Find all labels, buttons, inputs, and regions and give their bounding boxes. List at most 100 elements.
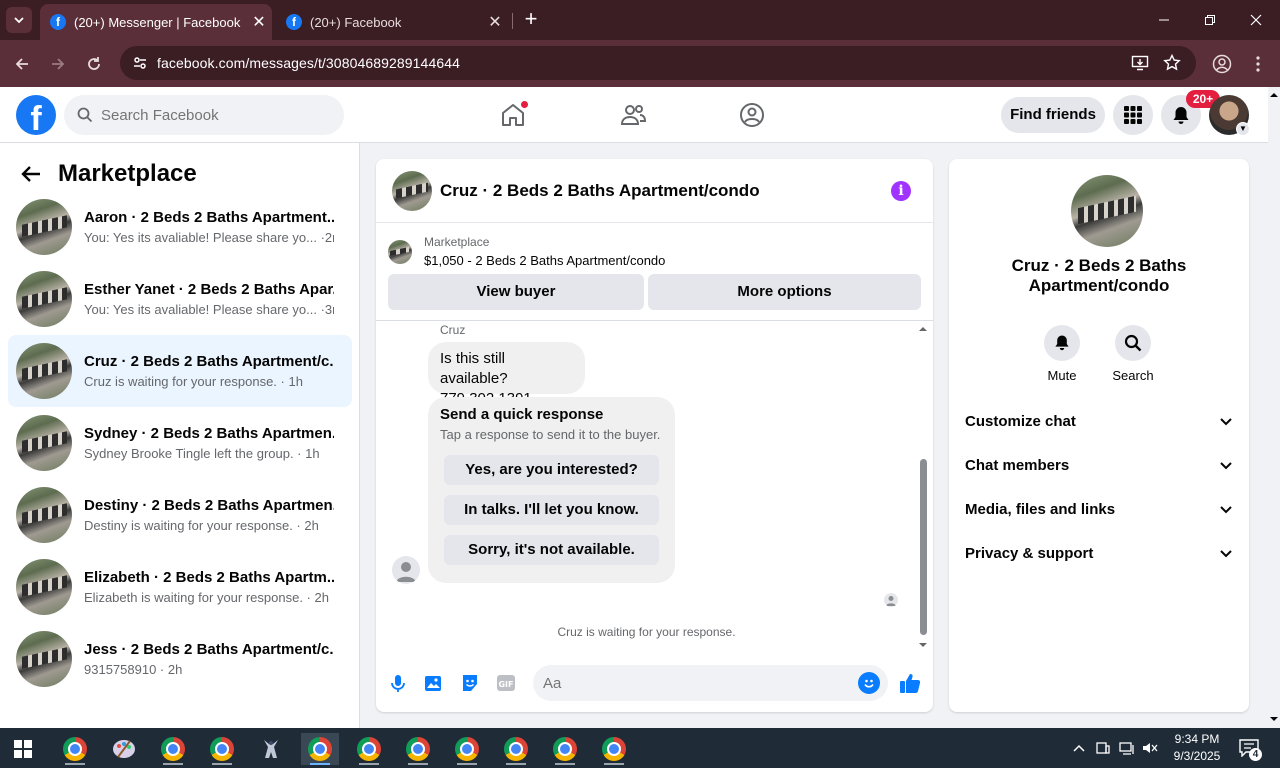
search-input[interactable]	[101, 106, 321, 124]
arrow-left-icon	[15, 58, 28, 70]
message-input[interactable]	[543, 674, 843, 692]
back-button[interactable]	[10, 52, 34, 76]
conversation-item[interactable]: Sydney · 2 Beds 2 Baths Apartmen... Sydne…	[8, 407, 352, 479]
conversation-item[interactable]: Aaron · 2 Beds 2 Baths Apartment... You: …	[8, 191, 352, 263]
marketplace-listing[interactable]: Marketplace $1,050 - 2 Beds 2 Baths Apar…	[388, 235, 665, 268]
scrollbar-thumb[interactable]	[920, 459, 927, 635]
taskbar-chrome-profile[interactable]	[350, 733, 388, 765]
voice-clip-button[interactable]	[386, 671, 410, 695]
sticker-button[interactable]	[458, 671, 482, 695]
tab-search-button[interactable]	[6, 7, 32, 33]
close-tab-icon[interactable]: ✕	[482, 12, 508, 32]
taskbar-chrome-profile[interactable]	[595, 733, 633, 765]
privacy-support-section[interactable]: Privacy & support	[965, 535, 1233, 571]
emoji-icon	[864, 679, 874, 688]
site-settings-icon[interactable]	[132, 55, 148, 71]
tray-volume-icon[interactable]	[1142, 740, 1158, 756]
tray-device-icon[interactable]	[1095, 740, 1111, 756]
listing-thumbnail	[16, 199, 72, 255]
attach-photo-button[interactable]	[422, 671, 446, 695]
taskbar-chrome-profile[interactable]	[497, 733, 535, 765]
section-label: Privacy & support	[965, 544, 1094, 562]
chrome-icon	[504, 737, 528, 761]
conversation-item[interactable]: Elizabeth · 2 Beds 2 Baths Apartm... Eliz…	[8, 551, 352, 623]
facebook-search[interactable]	[64, 95, 344, 135]
conversation-name: Elizabeth · 2 Beds 2 Baths Apartm...	[84, 569, 334, 586]
taskbar-chrome-app[interactable]	[56, 733, 94, 765]
search-icon	[1124, 334, 1142, 352]
tray-network-icon[interactable]	[1119, 740, 1135, 756]
like-button[interactable]	[898, 671, 922, 695]
chat-panel: Cruz · 2 Beds 2 Baths Apartment/condo i …	[376, 159, 933, 712]
media-files-section[interactable]: Media, files and links	[965, 491, 1233, 527]
chrome-icon	[357, 737, 381, 761]
details-title: Cruz · 2 Beds 2 Baths Apartment/condo	[1011, 256, 1187, 295]
quick-response-button[interactable]: Sorry, it's not available.	[444, 535, 659, 565]
friends-nav-button[interactable]	[617, 99, 649, 131]
minimize-button[interactable]	[1141, 6, 1187, 34]
taskbar-chrome-profile[interactable]	[203, 733, 241, 765]
chevron-down-icon	[1220, 506, 1232, 514]
sticker-icon	[463, 675, 477, 691]
app-character-icon	[264, 740, 278, 758]
view-buyer-button[interactable]: View buyer	[388, 274, 644, 310]
info-icon[interactable]: i	[891, 181, 911, 201]
new-tab-button[interactable]: +	[520, 8, 542, 32]
address-bar[interactable]: facebook.com/messages/t/3080468928914464…	[120, 46, 1196, 80]
more-options-button[interactable]: More options	[648, 274, 921, 310]
customize-chat-section[interactable]: Customize chat	[965, 403, 1233, 439]
emoji-button[interactable]	[858, 672, 880, 694]
chrome-icon	[406, 737, 430, 761]
chat-avatar[interactable]	[392, 170, 432, 211]
page-scrollbar[interactable]	[1268, 87, 1280, 728]
chrome-icon	[63, 737, 87, 761]
conversation-item[interactable]: Jess · 2 Beds 2 Baths Apartment/c... 9315…	[8, 623, 352, 695]
taskbar-chrome-active[interactable]	[301, 733, 339, 765]
conversation-item[interactable]: Destiny · 2 Beds 2 Baths Apartmen... Dest…	[8, 479, 352, 551]
forward-button[interactable]	[46, 52, 70, 76]
taskbar-app[interactable]	[252, 733, 290, 765]
arrow-right-icon	[52, 58, 65, 70]
account-chevron-icon[interactable]: ▼	[1236, 122, 1250, 136]
close-tab-icon[interactable]: ✕	[246, 12, 272, 32]
restore-button[interactable]	[1187, 6, 1233, 34]
windows-start-icon[interactable]	[14, 740, 32, 758]
taskbar-chrome-profile[interactable]	[448, 733, 486, 765]
find-friends-button[interactable]: Find friends	[1001, 97, 1105, 133]
conversation-item-selected[interactable]: Cruz · 2 Beds 2 Baths Apartment/c... Cruz…	[8, 335, 352, 407]
install-app-icon[interactable]	[1131, 54, 1149, 72]
message-input-wrapper[interactable]	[533, 665, 888, 701]
profile-button[interactable]	[1210, 52, 1234, 76]
url-text[interactable]: facebook.com/messages/t/3080468928914464…	[157, 55, 460, 71]
taskbar-chrome-profile[interactable]	[154, 733, 192, 765]
groups-nav-button[interactable]	[736, 99, 768, 131]
quick-response-button[interactable]: In talks. I'll let you know.	[444, 495, 659, 525]
message-bubble[interactable]: Is this still available? 779 302 1391	[428, 342, 585, 407]
reload-button[interactable]	[82, 52, 106, 76]
conversation-item[interactable]: Esther Yanet · 2 Beds 2 Baths Apar... You…	[8, 263, 352, 335]
taskbar-chrome-profile[interactable]	[399, 733, 437, 765]
tab-facebook[interactable]: f (20+) Facebook ✕	[276, 4, 508, 40]
facebook-logo-icon[interactable]: f	[16, 95, 56, 135]
menu-button[interactable]	[1113, 95, 1153, 135]
quick-response-button[interactable]: Yes, are you interested?	[444, 455, 659, 485]
taskbar-clock[interactable]: 9:34 PM 9/3/2025	[1168, 731, 1226, 765]
sender-avatar	[392, 556, 420, 584]
tray-overflow-icon[interactable]	[1071, 740, 1087, 756]
conversation-preview: You: Yes its avaliable! Please share yo.…	[84, 302, 334, 317]
gif-button[interactable]: GIF	[494, 671, 518, 695]
scroll-arrows-icon	[1270, 93, 1278, 721]
taskbar-paint-app[interactable]	[105, 733, 143, 765]
mute-action[interactable]: Mute	[1032, 325, 1092, 383]
chat-members-section[interactable]: Chat members	[965, 447, 1233, 483]
back-arrow-icon[interactable]	[20, 163, 42, 185]
bookmark-star-icon[interactable]	[1163, 54, 1181, 72]
taskbar-chrome-profile[interactable]	[546, 733, 584, 765]
close-window-button[interactable]	[1233, 6, 1279, 34]
more-vertical-icon	[1256, 56, 1260, 72]
search-chat-action[interactable]: Search	[1103, 325, 1163, 383]
browser-menu-button[interactable]	[1246, 52, 1270, 76]
chat-details-panel: Cruz · 2 Beds 2 Baths Apartment/condo Mu…	[949, 159, 1249, 712]
chat-title[interactable]: Cruz · 2 Beds 2 Baths Apartment/condo	[440, 181, 760, 201]
tab-messenger[interactable]: f (20+) Messenger | Facebook ✕	[40, 4, 272, 40]
